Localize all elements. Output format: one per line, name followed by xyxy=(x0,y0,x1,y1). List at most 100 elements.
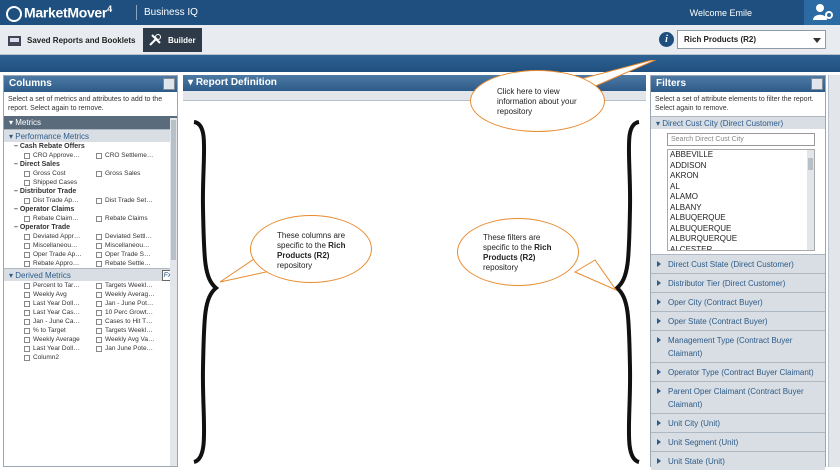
metric-checkbox[interactable]: CRO Settleme… xyxy=(96,151,168,160)
checkbox[interactable] xyxy=(24,152,30,159)
metric-checkbox[interactable]: Column2 xyxy=(24,353,96,362)
metric-checkbox[interactable]: Weekly Averag… xyxy=(96,290,168,299)
metric-group-header[interactable]: – Operator Claims xyxy=(4,205,177,214)
metric-checkbox[interactable]: Rebate Claims xyxy=(96,214,168,223)
metric-checkbox[interactable]: Jan June Pote… xyxy=(96,344,168,353)
metric-checkbox[interactable]: Percent to Tar… xyxy=(24,281,96,290)
checkbox[interactable] xyxy=(24,309,30,316)
builder-button[interactable]: Builder xyxy=(143,28,202,52)
checkbox[interactable] xyxy=(24,233,30,240)
metric-checkbox[interactable]: Oper Trade Ap… xyxy=(24,250,96,259)
checkbox[interactable] xyxy=(24,318,30,325)
saved-reports-button[interactable]: Saved Reports and Booklets xyxy=(2,28,140,52)
metric-checkbox[interactable]: CRO Approve… xyxy=(24,151,96,160)
metrics-section[interactable]: ▾ Metrics xyxy=(4,116,177,129)
chevron-right-icon xyxy=(657,420,661,426)
metric-label: Oper Trade S… xyxy=(105,251,151,258)
metric-group-header[interactable]: – Distributor Trade xyxy=(4,187,177,196)
metric-checkbox[interactable]: Oper Trade S… xyxy=(96,250,168,259)
filter-attribute-item[interactable]: Parent Oper Claimant (Contract Buyer Cla… xyxy=(651,381,825,413)
pin-icon[interactable] xyxy=(163,78,175,90)
checkbox[interactable] xyxy=(24,251,30,258)
checkbox[interactable] xyxy=(96,300,102,307)
metric-group-items: Gross Cost Gross Sales Shipped Cases xyxy=(4,169,177,187)
checkbox[interactable] xyxy=(24,345,30,352)
filter-attribute-item[interactable]: Management Type (Contract Buyer Claimant… xyxy=(651,330,825,362)
filter-attribute-item[interactable]: Unit State (Unit) xyxy=(651,451,825,470)
metric-checkbox[interactable]: Last Year Doll… xyxy=(24,299,96,308)
metric-checkbox[interactable]: Gross Sales xyxy=(96,169,168,178)
checkbox[interactable] xyxy=(96,233,102,240)
checkbox[interactable] xyxy=(96,170,102,177)
metric-checkbox[interactable]: 10 Perc Growt… xyxy=(96,308,168,317)
metric-checkbox[interactable]: Shipped Cases xyxy=(24,178,96,187)
metric-checkbox[interactable]: Miscellaneou… xyxy=(24,241,96,250)
filter-attribute-item[interactable]: Unit City (Unit) xyxy=(651,413,825,432)
metric-checkbox[interactable]: % to Target xyxy=(24,326,96,335)
checkbox[interactable] xyxy=(96,197,102,204)
welcome-text: Welcome Emile xyxy=(689,8,752,18)
metric-checkbox[interactable]: Targets Weekl… xyxy=(96,326,168,335)
metric-checkbox[interactable]: Weekly Avg Va… xyxy=(96,335,168,344)
checkbox[interactable] xyxy=(96,251,102,258)
metric-checkbox[interactable]: Dist Trade Ap… xyxy=(24,196,96,205)
checkbox[interactable] xyxy=(96,336,102,343)
checkbox[interactable] xyxy=(24,170,30,177)
checkbox[interactable] xyxy=(96,318,102,325)
filter-attribute-item[interactable]: Unit Segment (Unit) xyxy=(651,432,825,451)
metric-checkbox[interactable]: Cases to Hit T… xyxy=(96,317,168,326)
metric-checkbox[interactable]: Deviated Appr… xyxy=(24,232,96,241)
filters-callout: These filters are specific to the Rich P… xyxy=(457,218,579,286)
app-logo[interactable]: MarketMover4 xyxy=(6,4,112,22)
info-icon[interactable]: i xyxy=(659,32,674,47)
repository-select[interactable]: Rich Products (R2) xyxy=(677,30,826,49)
metric-label: % to Target xyxy=(33,327,66,334)
performance-metrics-header[interactable]: ▾ Performance Metrics xyxy=(4,129,177,142)
metric-checkbox[interactable]: Weekly Average xyxy=(24,335,96,344)
user-settings-icon[interactable] xyxy=(804,0,840,25)
metric-label: Miscellaneou… xyxy=(33,242,78,249)
checkbox[interactable] xyxy=(24,282,30,289)
checkbox[interactable] xyxy=(96,242,102,249)
checkbox[interactable] xyxy=(96,152,102,159)
checkbox[interactable] xyxy=(96,327,102,334)
checkbox[interactable] xyxy=(96,309,102,316)
checkbox[interactable] xyxy=(24,327,30,334)
checkbox[interactable] xyxy=(24,291,30,298)
metric-checkbox[interactable]: Jan - June Ca… xyxy=(24,317,96,326)
checkbox[interactable] xyxy=(96,345,102,352)
checkbox[interactable] xyxy=(24,354,30,361)
metric-checkbox[interactable]: Weekly Avg xyxy=(24,290,96,299)
filter-attribute-label: Parent Oper Claimant (Contract Buyer Cla… xyxy=(668,387,804,409)
metric-checkbox[interactable]: Dist Trade Set… xyxy=(96,196,168,205)
metric-group-header[interactable]: – Direct Sales xyxy=(4,160,177,169)
columns-scrollbar[interactable] xyxy=(170,118,177,466)
checkbox[interactable] xyxy=(96,260,102,267)
metric-checkbox[interactable]: Rebate Appro… xyxy=(24,259,96,268)
metric-group-header[interactable]: – Cash Rebate Offers xyxy=(4,142,177,151)
derived-metrics-header[interactable]: ▾ Derived Metrics Fx xyxy=(4,268,177,281)
checkbox[interactable] xyxy=(24,260,30,267)
metric-checkbox[interactable]: Rebate Claim… xyxy=(24,214,96,223)
checkbox[interactable] xyxy=(24,179,30,186)
metric-label: Column2 xyxy=(33,354,60,361)
metric-checkbox[interactable]: Gross Cost xyxy=(24,169,96,178)
metric-checkbox[interactable]: Targets Weekl… xyxy=(96,281,168,290)
checkbox[interactable] xyxy=(24,215,30,222)
checkbox[interactable] xyxy=(96,282,102,289)
metric-group-header[interactable]: – Operator Trade xyxy=(4,223,177,232)
metric-checkbox[interactable]: Deviated Settl… xyxy=(96,232,168,241)
checkbox[interactable] xyxy=(24,242,30,249)
checkbox[interactable] xyxy=(96,291,102,298)
filter-attribute-item[interactable]: Oper State (Contract Buyer) xyxy=(651,311,825,330)
metric-checkbox[interactable]: Last Year Doll… xyxy=(24,344,96,353)
checkbox[interactable] xyxy=(24,300,30,307)
metric-checkbox[interactable]: Jan - June Pot… xyxy=(96,299,168,308)
filter-attribute-item[interactable]: Operator Type (Contract Buyer Claimant) xyxy=(651,362,825,381)
checkbox[interactable] xyxy=(24,197,30,204)
metric-checkbox[interactable]: Miscellaneou… xyxy=(96,241,168,250)
checkbox[interactable] xyxy=(24,336,30,343)
metric-checkbox[interactable]: Rebate Settle… xyxy=(96,259,168,268)
checkbox[interactable] xyxy=(96,215,102,222)
metric-checkbox[interactable]: Last Year Cas… xyxy=(24,308,96,317)
